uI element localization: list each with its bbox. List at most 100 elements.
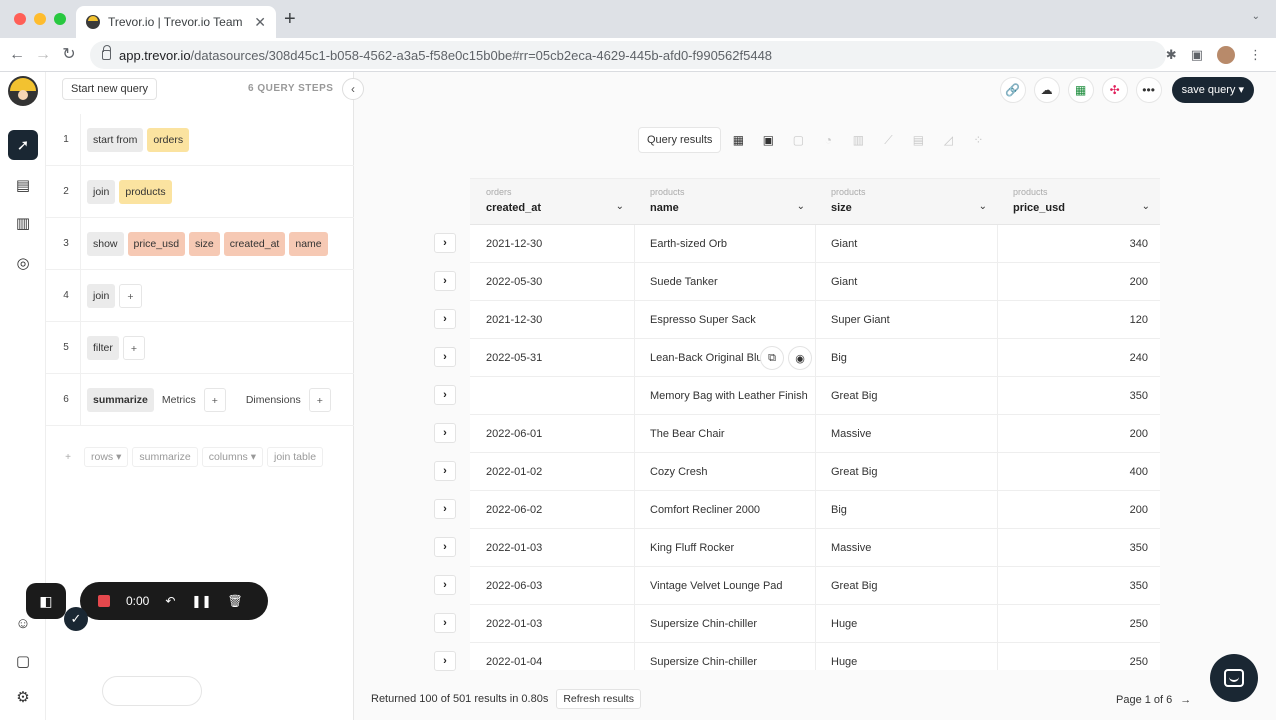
cell-created-at[interactable]: 2021-12-30 bbox=[470, 225, 634, 263]
add-join-table-option[interactable]: join table bbox=[267, 447, 324, 467]
minimize-window-icon[interactable] bbox=[34, 13, 46, 25]
expand-row-chevron-icon[interactable]: › bbox=[434, 233, 456, 253]
next-page-arrow-icon[interactable]: → bbox=[1180, 694, 1191, 706]
step-verb-filter[interactable]: filter bbox=[87, 336, 119, 360]
cell-name[interactable]: Espresso Super Sack bbox=[634, 301, 815, 339]
add-filter-button[interactable]: + bbox=[122, 336, 145, 360]
expand-row-chevron-icon[interactable]: › bbox=[434, 613, 456, 633]
cell-name[interactable]: Suede Tanker bbox=[634, 263, 815, 301]
cell-created-at[interactable]: 2022-05-30 bbox=[470, 263, 634, 301]
start-new-query-button[interactable]: Start new query bbox=[62, 78, 158, 100]
cell-size[interactable]: Huge bbox=[815, 643, 997, 670]
collapse-panel-chevron-icon[interactable]: ‹ bbox=[342, 78, 364, 100]
add-join-button[interactable]: + bbox=[119, 284, 142, 308]
column-header-created-at[interactable]: orders created_at ⌄ bbox=[470, 179, 634, 225]
share-link-icon[interactable]: 🔗 bbox=[999, 77, 1026, 103]
cell-name[interactable]: Supersize Chin-chiller bbox=[634, 643, 815, 670]
stop-recording-icon[interactable] bbox=[98, 595, 110, 607]
cloud-download-icon[interactable]: ☁ bbox=[1033, 77, 1060, 103]
cell-price-usd[interactable]: 240 bbox=[997, 339, 1160, 377]
query-results-button[interactable]: Query results bbox=[638, 127, 722, 153]
cell-created-at[interactable]: 2022-06-01 bbox=[470, 415, 634, 453]
cell-name[interactable]: Supersize Chin-chiller bbox=[634, 605, 815, 643]
pie-chart-icon[interactable]: ◔ bbox=[815, 127, 841, 153]
table-chip-orders[interactable]: orders bbox=[147, 128, 190, 152]
pause-icon[interactable]: ❚❚ bbox=[191, 594, 211, 608]
forward-icon[interactable]: → bbox=[32, 44, 54, 66]
column-header-size[interactable]: products size ⌄ bbox=[815, 179, 997, 225]
cell-created-at[interactable]: 2022-06-03 bbox=[470, 567, 634, 605]
copy-icon[interactable]: ⧉ bbox=[760, 346, 784, 370]
add-metric-button[interactable]: + bbox=[203, 388, 226, 412]
cell-price-usd[interactable]: 350 bbox=[997, 529, 1160, 567]
cell-created-at[interactable]: 2021-12-30 bbox=[470, 301, 634, 339]
cell-name[interactable]: The Bear Chair bbox=[634, 415, 815, 453]
table-chip-products[interactable]: products bbox=[119, 180, 172, 204]
cell-price-usd[interactable]: 250 bbox=[997, 643, 1160, 670]
trash-icon[interactable]: 🗑 bbox=[228, 594, 243, 608]
cell-created-at[interactable]: 2022-01-04 bbox=[470, 643, 634, 670]
back-icon[interactable]: ← bbox=[6, 44, 28, 66]
google-sheets-icon[interactable]: ▦ bbox=[1067, 77, 1094, 103]
cell-created-at[interactable]: 2022-01-03 bbox=[470, 605, 634, 643]
column-chip-price-usd[interactable]: price_usd bbox=[127, 232, 186, 256]
chevron-down-icon[interactable]: ⌄ bbox=[979, 201, 987, 212]
add-step-plus[interactable]: + bbox=[56, 452, 80, 463]
cell-created-at[interactable] bbox=[470, 377, 634, 415]
cell-name[interactable]: Cozy Cresh bbox=[634, 453, 815, 491]
expand-row-chevron-icon[interactable]: › bbox=[434, 309, 456, 329]
refresh-results-button[interactable]: Refresh results bbox=[556, 689, 641, 709]
expand-row-chevron-icon[interactable]: › bbox=[434, 423, 456, 443]
chat-support-button[interactable] bbox=[1210, 654, 1258, 702]
cell-price-usd[interactable]: 340 bbox=[997, 225, 1160, 263]
chevron-down-icon[interactable]: ⌄ bbox=[1142, 201, 1150, 212]
pivot-view-icon[interactable]: ▣ bbox=[755, 127, 781, 153]
cell-size[interactable]: Great Big bbox=[815, 567, 997, 605]
column-header-price-usd[interactable]: products price_usd ⌄ bbox=[997, 179, 1160, 225]
step-verb-start-from[interactable]: start from bbox=[87, 128, 144, 152]
add-rows-option[interactable]: rows ▾ bbox=[84, 447, 129, 467]
cell-size[interactable]: Giant bbox=[815, 225, 997, 263]
line-chart-icon[interactable]: ⟋ bbox=[875, 127, 901, 153]
expand-row-chevron-icon[interactable]: › bbox=[434, 499, 456, 519]
cell-name[interactable]: Earth-sized Orb bbox=[634, 225, 815, 263]
slack-icon[interactable]: ✣ bbox=[1101, 77, 1128, 103]
expand-row-chevron-icon[interactable]: › bbox=[434, 575, 456, 595]
chevron-down-icon[interactable]: ⌄ bbox=[616, 201, 624, 212]
cell-size[interactable]: Great Big bbox=[815, 453, 997, 491]
checkmark-icon[interactable]: ✓ bbox=[64, 607, 88, 631]
expand-row-chevron-icon[interactable]: › bbox=[434, 347, 456, 367]
save-icon[interactable]: ▤ bbox=[8, 170, 38, 200]
column-chart-icon[interactable]: ▤ bbox=[905, 127, 931, 153]
cell-size[interactable]: Huge bbox=[815, 605, 997, 643]
step-verb-join[interactable]: join bbox=[87, 284, 116, 308]
step-verb-show[interactable]: show bbox=[87, 232, 124, 256]
help-pill[interactable] bbox=[102, 676, 202, 706]
cell-size[interactable]: Big bbox=[815, 491, 997, 529]
cell-created-at[interactable]: 2022-01-02 bbox=[470, 453, 634, 491]
close-window-icon[interactable] bbox=[14, 13, 26, 25]
explore-compass-icon[interactable]: ◎ bbox=[8, 248, 38, 278]
cell-size[interactable]: Big bbox=[815, 339, 997, 377]
cell-price-usd[interactable]: 250 bbox=[997, 605, 1160, 643]
profile-avatar[interactable] bbox=[1217, 46, 1235, 64]
camera-icon[interactable]: ◧ bbox=[26, 583, 66, 619]
tab-search-icon[interactable]: ⌄ bbox=[1252, 11, 1260, 22]
column-header-name[interactable]: products name ⌄ bbox=[634, 179, 815, 225]
cell-price-usd[interactable]: 200 bbox=[997, 415, 1160, 453]
url-bar[interactable]: app.trevor.io/datasources/308d45c1-b058-… bbox=[90, 41, 1166, 69]
table-view-icon[interactable]: ▦ bbox=[725, 127, 751, 153]
settings-gear-icon[interactable]: ⚙ bbox=[8, 682, 38, 712]
cell-created-at[interactable]: 2022-06-02 bbox=[470, 491, 634, 529]
docs-icon[interactable]: ▢ bbox=[8, 646, 38, 676]
more-options-icon[interactable]: ••• bbox=[1135, 77, 1162, 103]
cell-name[interactable]: Vintage Velvet Lounge Pad bbox=[634, 567, 815, 605]
expand-row-chevron-icon[interactable]: › bbox=[434, 537, 456, 557]
cell-size[interactable]: Massive bbox=[815, 529, 997, 567]
expand-row-chevron-icon[interactable]: › bbox=[434, 385, 456, 405]
cell-price-usd[interactable]: 350 bbox=[997, 567, 1160, 605]
cell-name[interactable]: King Fluff Rocker bbox=[634, 529, 815, 567]
step-verb-join[interactable]: join bbox=[87, 180, 116, 204]
rocket-icon[interactable]: ➚ bbox=[8, 130, 38, 160]
browser-tab[interactable]: Trevor.io | Trevor.io Team Sand ✕ bbox=[76, 6, 276, 38]
